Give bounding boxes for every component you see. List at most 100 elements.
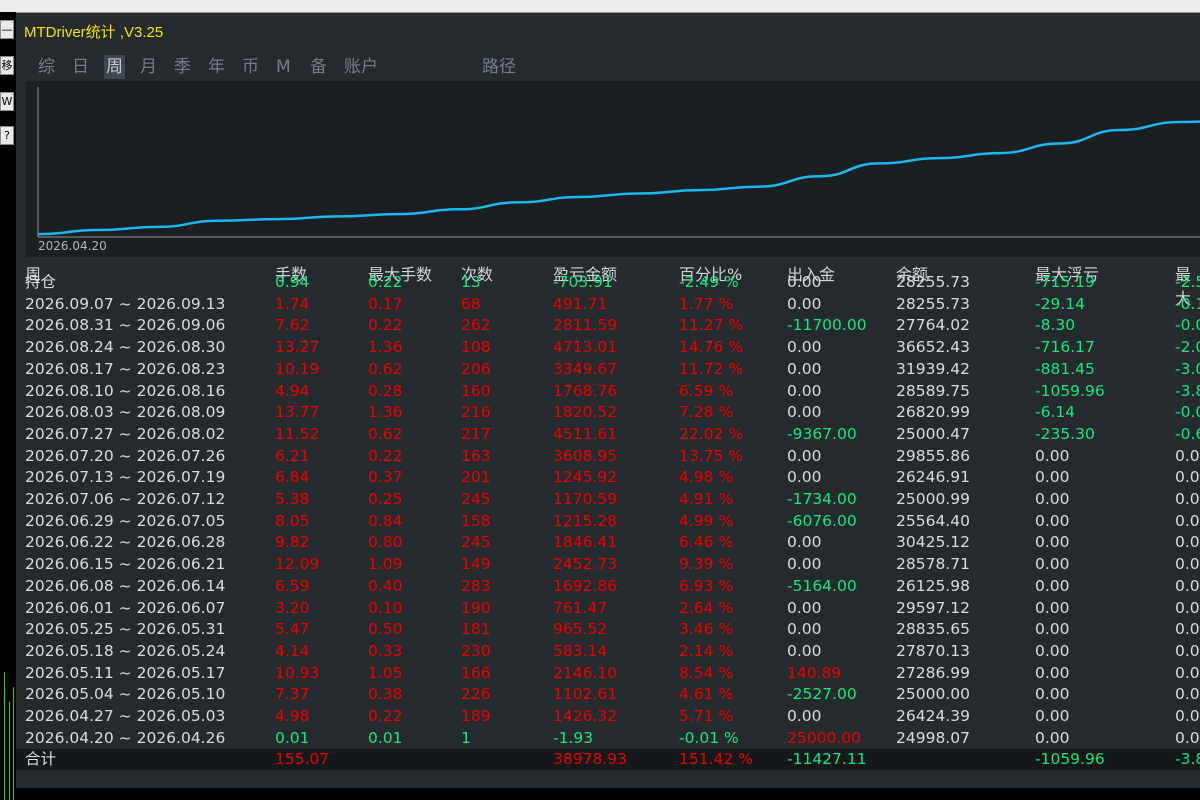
cell-col-0: 2026.08.17 ~ 2026.08.23 xyxy=(25,359,225,380)
cell-col-0: 2026.06.29 ~ 2026.07.05 xyxy=(25,511,225,532)
cell-col-1: 1.74 xyxy=(275,294,310,315)
cell-col-4: 1426.32 xyxy=(553,706,617,727)
tab-4[interactable]: 季 xyxy=(174,55,191,79)
cell-col-1: 0.94 xyxy=(275,272,310,293)
cell-col-8: -6.14 xyxy=(1035,402,1075,423)
cell-col-4: 1846.41 xyxy=(553,532,617,553)
cell-col-5: 4.61 % xyxy=(679,684,733,705)
cell-col-1: 12.09 xyxy=(275,554,319,575)
cell-col-2: 0.28 xyxy=(368,381,403,402)
app-title: MTDriver统计 ,V3.25 xyxy=(24,21,163,42)
period-tabs: 综日周月季年币M备账户 路径 xyxy=(38,55,1198,81)
cell-col-4: 491.71 xyxy=(553,294,607,315)
cell-col-2: 0.22 xyxy=(368,272,403,293)
tab-1[interactable]: 日 xyxy=(72,55,89,79)
tab-6[interactable]: 币 xyxy=(242,55,259,79)
cell-col-9: 0.00 xyxy=(1175,619,1200,640)
cell-col-9: -3.8 xyxy=(1175,381,1200,402)
cell-col-8: -8.30 xyxy=(1035,315,1075,336)
cell-col-2: 0.22 xyxy=(368,446,403,467)
cell-col-7: 25000.00 xyxy=(896,684,970,705)
cell-col-7: 25564.40 xyxy=(896,511,970,532)
cell-col-7: 31939.42 xyxy=(896,359,970,380)
cell-col-5: 2.14 % xyxy=(679,641,733,662)
cell-col-6: 0.00 xyxy=(787,641,822,662)
cell-col-6: -11700.00 xyxy=(787,315,867,336)
cell-col-0: 2026.05.18 ~ 2026.05.24 xyxy=(25,641,225,662)
cell-col-5: 11.72 % xyxy=(679,359,743,380)
left-toolbar: — 移 W ? xyxy=(0,12,16,788)
cell-col-7: 36652.43 xyxy=(896,337,970,358)
cell-col-5: 6.46 % xyxy=(679,532,733,553)
tab-7[interactable]: M xyxy=(276,55,291,79)
cell-col-0: 2026.05.25 ~ 2026.05.31 xyxy=(25,619,225,640)
cell-col-0: 2026.05.04 ~ 2026.05.10 xyxy=(25,684,225,705)
cell-col-6: 0.00 xyxy=(787,337,822,358)
cell-col-7: 27764.02 xyxy=(896,315,970,336)
cell-col-7: 27870.13 xyxy=(896,641,970,662)
table-row: 2026.09.07 ~ 2026.09.131.740.1768491.711… xyxy=(16,294,1200,315)
cell-col-6: -5164.00 xyxy=(787,576,857,597)
equity-chart xyxy=(26,81,1200,257)
cell-col-1: 4.94 xyxy=(275,381,310,402)
cell-col-1: 10.19 xyxy=(275,359,319,380)
cell-col-9: 0.00 xyxy=(1175,641,1200,662)
cell-col-6: -1734.00 xyxy=(787,489,857,510)
cell-col-1: 5.38 xyxy=(275,489,310,510)
cell-col-2: 0.22 xyxy=(368,706,403,727)
tab-9[interactable]: 账户 xyxy=(344,55,378,79)
cell-col-2: 0.33 xyxy=(368,641,403,662)
tab-3[interactable]: 月 xyxy=(140,55,157,79)
move-button[interactable]: 移 xyxy=(0,56,14,75)
cell-col-4: 1170.59 xyxy=(553,489,617,510)
cell-col-8: 0.00 xyxy=(1035,684,1070,705)
cell-col-9: -0.1 xyxy=(1175,294,1200,315)
cell-col-5: 13.75 % xyxy=(679,446,743,467)
cell-col-9: -2.0 xyxy=(1175,337,1200,358)
minimize-button[interactable]: — xyxy=(0,20,14,39)
cell-col-9: -2.5 xyxy=(1175,272,1200,293)
table-row: 2026.08.17 ~ 2026.08.2310.190.622063349.… xyxy=(16,359,1200,380)
cell-col-0: 2026.07.20 ~ 2026.07.26 xyxy=(25,446,225,467)
cell-col-6: 0.00 xyxy=(787,554,822,575)
cell-col-3: 13 xyxy=(461,272,481,293)
cell-col-9: -3.8 xyxy=(1175,749,1200,770)
cell-col-6: 0.00 xyxy=(787,598,822,619)
cell-col-8: 0.00 xyxy=(1035,489,1070,510)
cell-col-2: 0.80 xyxy=(368,532,403,553)
cell-col-3: 201 xyxy=(461,467,491,488)
tab-5[interactable]: 年 xyxy=(208,55,225,79)
table-row: 2026.07.06 ~ 2026.07.125.380.252451170.5… xyxy=(16,489,1200,510)
table-row: 2026.06.01 ~ 2026.06.073.200.10190761.47… xyxy=(16,598,1200,619)
chart-start-date: 2026.04.20 xyxy=(38,239,107,253)
cell-col-0: 2026.06.22 ~ 2026.06.28 xyxy=(25,532,225,553)
cell-col-8: 0.00 xyxy=(1035,554,1070,575)
cell-col-7: 25000.47 xyxy=(896,424,970,445)
cell-col-3: 283 xyxy=(461,576,491,597)
stats-panel: MTDriver统计 ,V3.25 综日周月季年币M备账户 路径 2026.04.… xyxy=(16,13,1200,788)
cell-col-4: 2811.59 xyxy=(553,315,617,336)
cell-col-6: -2527.00 xyxy=(787,684,857,705)
tab-0[interactable]: 综 xyxy=(38,55,55,79)
cell-col-3: 149 xyxy=(461,554,491,575)
cell-col-4: 3349.67 xyxy=(553,359,617,380)
table-row: 2026.08.03 ~ 2026.08.0913.771.362161820.… xyxy=(16,402,1200,423)
cell-col-6: 0.00 xyxy=(787,402,822,423)
cell-col-3: 160 xyxy=(461,381,491,402)
tab-8[interactable]: 备 xyxy=(310,55,327,79)
cell-col-3: 68 xyxy=(461,294,481,315)
cell-col-9: 0.00 xyxy=(1175,663,1200,684)
cell-col-8: -1059.96 xyxy=(1035,381,1105,402)
tab-2[interactable]: 周 xyxy=(104,55,125,79)
table-row: 2026.07.20 ~ 2026.07.266.210.221633608.9… xyxy=(16,446,1200,467)
cell-col-0: 2026.09.07 ~ 2026.09.13 xyxy=(25,294,225,315)
cell-col-7: 28835.65 xyxy=(896,619,970,640)
cell-col-6: -11427.11 xyxy=(787,749,867,770)
cell-col-8: -235.30 xyxy=(1035,424,1095,445)
cell-col-0: 2026.04.20 ~ 2026.04.26 xyxy=(25,728,225,749)
help-button[interactable]: ? xyxy=(0,126,14,145)
cell-col-1: 155.07 xyxy=(275,749,329,770)
w-button[interactable]: W xyxy=(0,92,14,111)
cell-col-5: 11.27 % xyxy=(679,315,743,336)
tab-10[interactable]: 路径 xyxy=(482,55,516,79)
